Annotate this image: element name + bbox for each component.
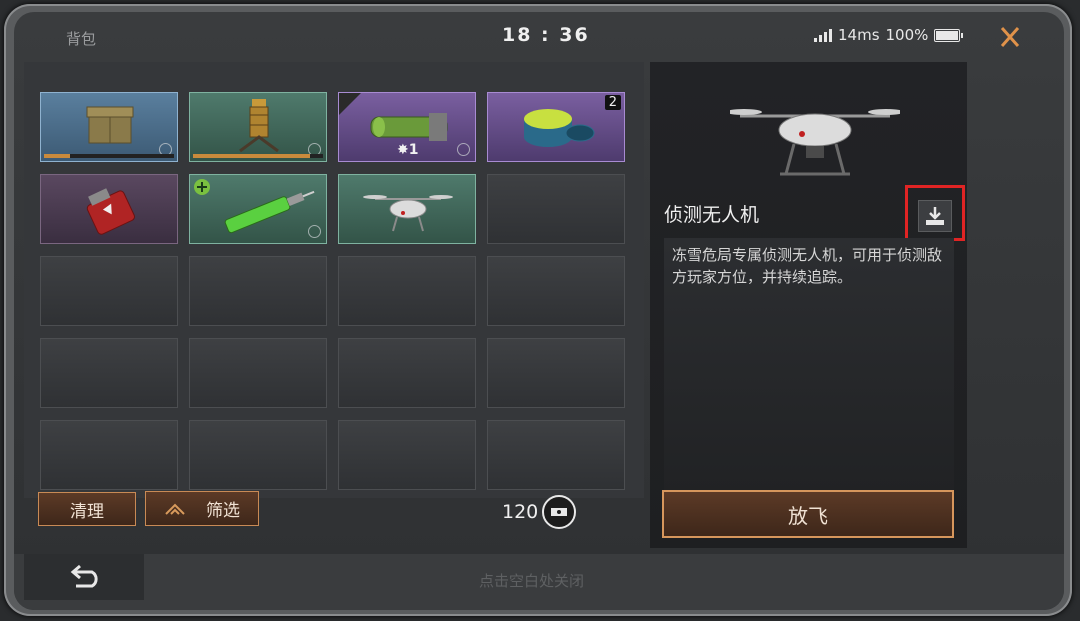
clean-button[interactable]: 清理 <box>38 492 136 526</box>
clock: 18 : 36 <box>502 24 590 46</box>
clean-label: 清理 <box>70 501 104 522</box>
capacity-indicator: 120 <box>502 495 577 529</box>
inventory-grid: ✸1 2 <box>24 62 644 498</box>
close-hint: 点击空白处关闭 <box>479 572 585 590</box>
top-bar: 背包 18 : 36 14ms 100% <box>14 12 1064 60</box>
star-count: ✸1 <box>397 142 419 158</box>
item-detail-panel: 侦测无人机 冻雪危局专属侦测无人机，可用于侦测敌方玩家方位，并持续追踪。 放飞 <box>650 62 967 548</box>
item-count: 2 <box>604 95 621 110</box>
inventory-slot-empty[interactable] <box>40 338 178 408</box>
inventory-slot-recon-drone[interactable] <box>338 174 476 244</box>
inventory-slot-health-pack[interactable]: 2 <box>487 92 625 162</box>
inventory-slot-empty[interactable] <box>40 256 178 326</box>
inventory-slot-adrenaline-syringe[interactable] <box>189 174 327 244</box>
close-icon <box>1000 27 1020 47</box>
inventory-slot-empty[interactable] <box>487 420 625 490</box>
status-bar: 14ms 100% <box>814 26 964 44</box>
inventory-slot-empty[interactable] <box>189 256 327 326</box>
ticket-icon <box>542 495 577 529</box>
inventory-screen: 背包 18 : 36 14ms 100% ✸1 2 清理 筛选 120 侦测无人… <box>14 12 1064 610</box>
bottom-bar: 点击空白处关闭 <box>14 554 1064 610</box>
back-button[interactable] <box>24 554 144 600</box>
inventory-slot-empty[interactable] <box>338 338 476 408</box>
filter-icon <box>165 503 185 515</box>
adrenaline-syringe-icon <box>194 179 315 234</box>
battery-text: 100% <box>885 26 929 44</box>
inventory-slot-empty[interactable] <box>487 256 625 326</box>
close-button[interactable] <box>992 22 1028 52</box>
inventory-slot-fire-grenade[interactable] <box>40 174 178 244</box>
latency-text: 14ms <box>838 26 880 44</box>
timer-icon <box>308 225 321 238</box>
highlight-box <box>905 185 965 241</box>
inventory-slot-empty[interactable] <box>189 338 327 408</box>
filter-button[interactable]: 筛选 <box>145 491 259 526</box>
drill-tower-icon <box>239 99 279 153</box>
item-name: 侦测无人机 <box>664 204 760 226</box>
inventory-slot-grenade-launcher[interactable]: ✸1 <box>338 92 476 162</box>
recon-drone-icon <box>363 195 453 232</box>
inventory-slot-empty[interactable] <box>338 256 476 326</box>
filter-label: 筛选 <box>206 501 240 521</box>
signal-icon <box>814 28 832 42</box>
recon-drone-preview <box>730 109 900 176</box>
item-progress <box>193 154 323 158</box>
item-progress <box>44 154 174 158</box>
shield-icon <box>457 143 470 156</box>
supply-crate-icon <box>86 106 134 144</box>
page-title: 背包 <box>66 30 97 48</box>
launch-label: 放飞 <box>788 503 828 528</box>
inventory-slot-supply-crate[interactable] <box>40 92 178 162</box>
inventory-slot-drill-tower[interactable] <box>189 92 327 162</box>
back-arrow-icon <box>70 564 98 588</box>
inventory-slot-empty[interactable] <box>487 174 625 244</box>
launch-button[interactable]: 放飞 <box>662 490 954 538</box>
inventory-slot-empty[interactable] <box>40 420 178 490</box>
inventory-slot-empty[interactable] <box>189 420 327 490</box>
item-description: 冻雪危局专属侦测无人机，可用于侦测敌方玩家方位，并持续追踪。 <box>672 246 943 286</box>
battery-icon <box>934 28 964 42</box>
inventory-slot-empty[interactable] <box>338 420 476 490</box>
inventory-slot-empty[interactable] <box>487 338 625 408</box>
fire-grenade-icon <box>86 188 135 235</box>
capacity-value: 120 <box>502 501 539 523</box>
